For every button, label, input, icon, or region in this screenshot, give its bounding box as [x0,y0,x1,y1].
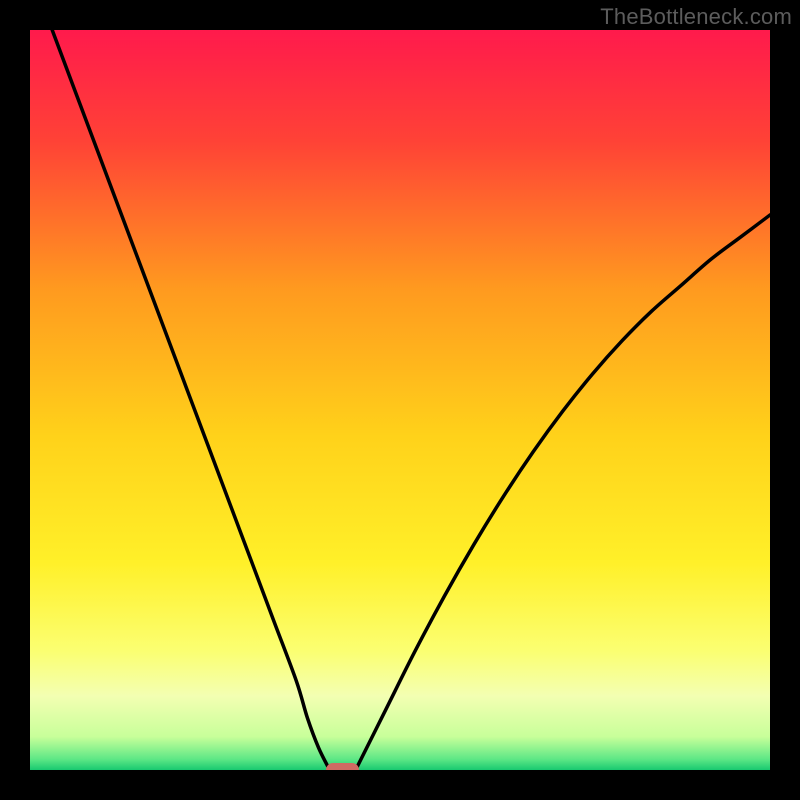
watermark-label: TheBottleneck.com [600,4,792,30]
chart-stage: TheBottleneck.com [0,0,800,800]
plot-area [30,30,770,770]
frame-right [770,0,800,800]
frame-bottom [0,770,800,800]
frame-left [0,0,30,800]
optimum-marker [326,763,359,770]
gradient-background [30,30,770,770]
